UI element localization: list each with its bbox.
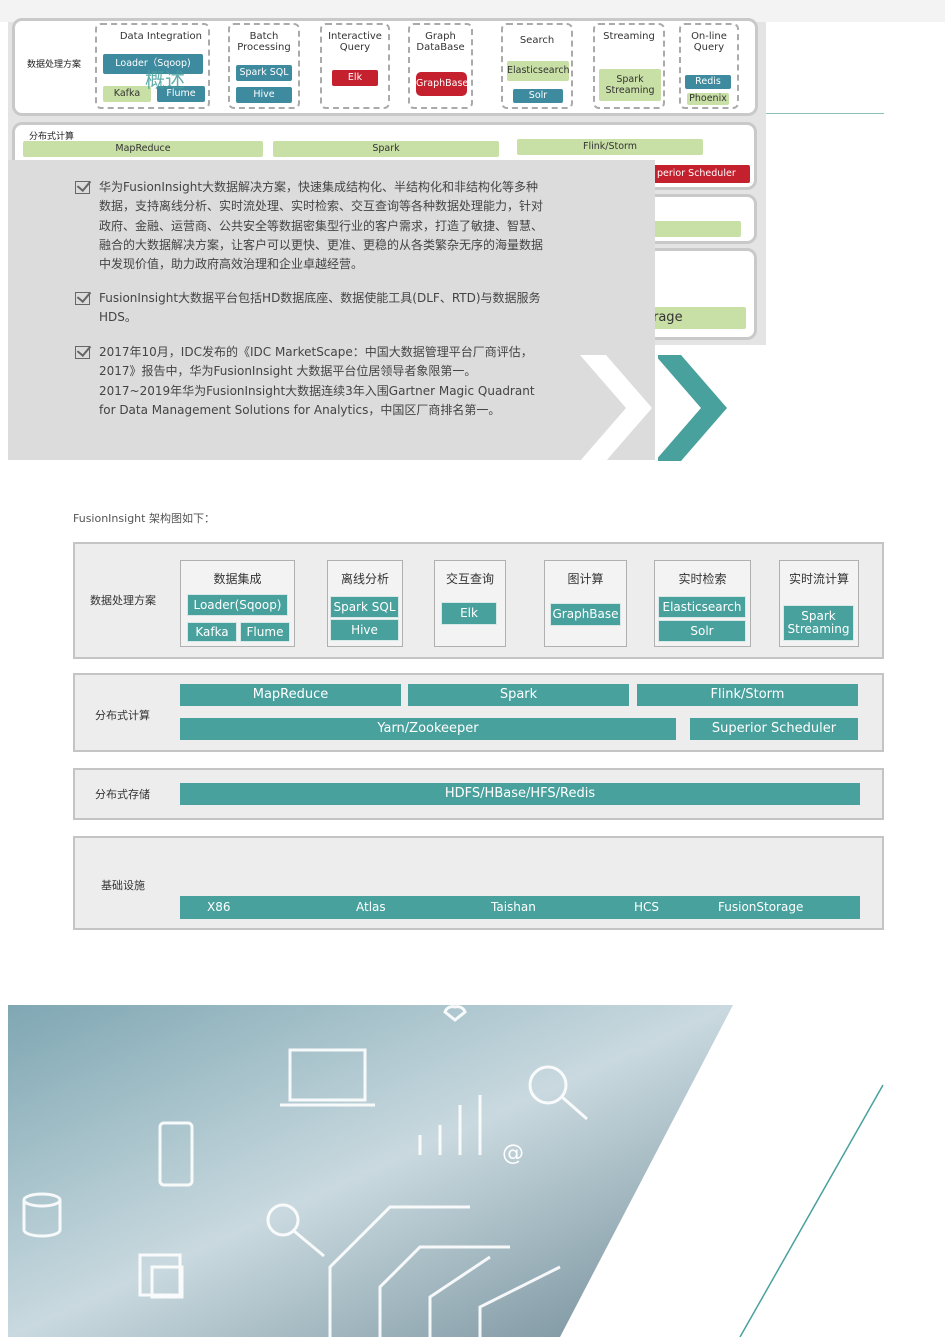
group-box: 数据集成 Loader(Sqoop) Kafka Flume [180, 560, 295, 647]
chip: Yarn/Zookeeper [180, 718, 676, 740]
chip: Solr [658, 620, 746, 642]
group-box: 实时检索 Elasticsearch Solr [654, 560, 751, 647]
group-box: 交互查询 Elk [434, 560, 506, 647]
chip: Hive [236, 87, 292, 103]
chip: Taishan [491, 900, 536, 914]
intro-text: FusionInsight 架构图如下： [73, 512, 215, 525]
chip: Spark SQL [236, 65, 292, 81]
technology-photo: @ [8, 1005, 884, 1337]
checkbox-icon [75, 346, 90, 359]
chip: Elasticsearch [507, 61, 570, 81]
chip: Solr [513, 89, 563, 103]
chip: Atlas [356, 900, 386, 914]
group-streaming: Streaming Spark Streaming [593, 23, 665, 109]
chip: X86 [207, 900, 231, 914]
group-graph: Graph DataBase GraphBase [408, 23, 473, 109]
infra-bar: X86 Atlas Taishan HCS FusionStorage [180, 896, 860, 919]
chip: Flink/Storm [517, 139, 703, 155]
chip: Kafka [187, 622, 237, 642]
chip: MapReduce [23, 141, 263, 157]
layer-compute: 分布式计算 MapReduce Spark Flink/Storm Yarn/Z… [73, 673, 884, 752]
chip: GraphBase [416, 72, 468, 96]
chip: HDFS/HBase/HFS/Redis [180, 783, 860, 805]
chip: rage [651, 307, 746, 329]
chip: Phoenix [687, 93, 729, 105]
chip: MapReduce [180, 684, 401, 706]
chip: Redis [685, 75, 731, 89]
row-label: 数据处理方案 [27, 60, 82, 70]
group-box: 离线分析 Spark SQL Hive [327, 560, 403, 647]
svg-text:@: @ [502, 1141, 524, 1166]
layer-label: 分布式存储 [95, 788, 150, 801]
chip: Spark SQL [330, 596, 399, 618]
group-interactive: Interactive Query Elk [320, 23, 390, 109]
bullet-item: 2017年10月，IDC发布的《IDC MarketScape：中国大数据管理平… [75, 343, 545, 420]
bullet-item: 华为FusionInsight大数据解决方案，快速集成结构化、半结构化和非结构化… [75, 178, 545, 274]
chip: Elk [332, 70, 378, 86]
processing-row: 数据处理方案 Data Integration Loader（Sqoop) Ka… [12, 18, 758, 116]
chip: Superior Scheduler [690, 718, 858, 740]
chip: GraphBase [550, 603, 621, 626]
chip: Spark Streaming [783, 605, 854, 641]
checkbox-icon [75, 181, 90, 194]
chip: Kafka [103, 86, 151, 102]
chip: Spark [408, 684, 629, 706]
group-box: 实时流计算 Spark Streaming [779, 560, 859, 647]
layer-storage: 分布式存储 HDFS/HBase/HFS/Redis [73, 768, 884, 820]
chip: Spark [273, 141, 499, 157]
layer-label: 分布式计算 [95, 709, 150, 722]
group-search: Search Elasticsearch Solr [501, 23, 573, 109]
watermark: 概述 [145, 68, 185, 92]
chip: Elk [441, 602, 497, 625]
layer-infra: 基础设施 X86 Atlas Taishan HCS FusionStorage [73, 836, 884, 930]
chip: Spark Streaming [599, 69, 661, 101]
divider-line [766, 113, 884, 114]
chip: FusionStorage [718, 900, 804, 914]
group-data-integration: Data Integration Loader（Sqoop) Kafka Flu… [95, 23, 210, 109]
layer-label: 数据处理方案 [90, 594, 156, 607]
chip: Elasticsearch [658, 596, 746, 618]
chip: Flume [240, 622, 290, 642]
chip: Hive [330, 619, 399, 641]
group-box: 图计算 GraphBase [544, 560, 627, 647]
layer-label: 基础设施 [101, 879, 145, 892]
bullet-item: FusionInsight大数据平台包括HD数据底座、数据使能工具(DLF、RT… [75, 289, 545, 328]
layer-processing: 数据处理方案 数据集成 Loader(Sqoop) Kafka Flume 离线… [73, 542, 884, 659]
chip: HCS [634, 900, 660, 914]
chip: perior Scheduler [645, 165, 750, 183]
chip: Loader(Sqoop) [187, 594, 288, 616]
chip: Flink/Storm [637, 684, 858, 706]
group-online: On-line Query Redis Phoenix [679, 23, 739, 109]
checkbox-icon [75, 292, 90, 305]
group-batch: Batch Processing Spark SQL Hive [228, 23, 300, 109]
